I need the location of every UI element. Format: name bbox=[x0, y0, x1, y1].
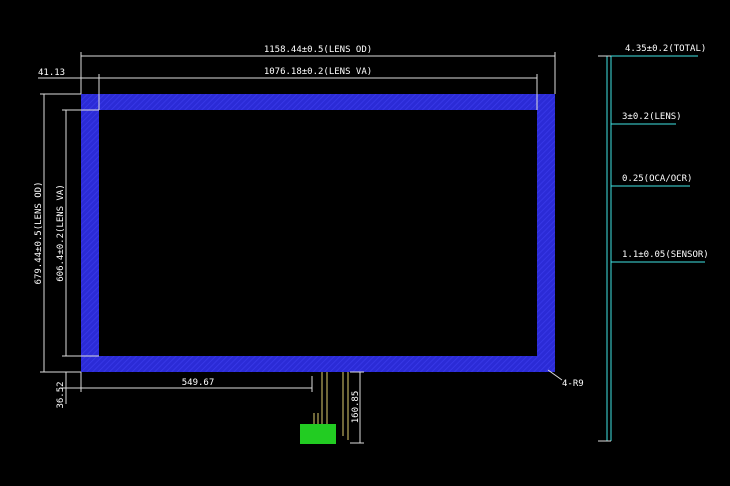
dim-lens-va-height-label: 606.4±0.2(LENS VA) bbox=[56, 184, 66, 282]
dim-lens-od-height-label: 679.44±0.5(LENS OD) bbox=[34, 182, 44, 285]
side-view-stackup: 4.35±0.2(TOTAL) 3±0.2(LENS) 0.25(OCA/OCR… bbox=[598, 44, 709, 442]
layer-total-label: 4.35±0.2(TOTAL) bbox=[625, 44, 706, 54]
dim-bottom-offset: 36.52 bbox=[56, 372, 81, 409]
dim-fpc-length: 160.85 bbox=[350, 371, 364, 444]
corner-radius-callout: 4-R9 bbox=[547, 369, 584, 389]
layer-sensor-label: 1.1±0.05(SENSOR) bbox=[622, 250, 709, 260]
dim-bottom-offset-label: 36.52 bbox=[56, 381, 66, 408]
corner-radius-label: 4-R9 bbox=[562, 379, 584, 389]
dim-fpc-position-label: 549.67 bbox=[182, 378, 215, 388]
dim-fpc-position: 549.67 bbox=[80, 372, 313, 392]
dim-left-offset-label: 41.13 bbox=[38, 68, 65, 78]
lens-black-border bbox=[81, 94, 555, 372]
layer-lens: 3±0.2(LENS) bbox=[611, 112, 682, 125]
layer-lens-label: 3±0.2(LENS) bbox=[622, 112, 682, 122]
layer-oca-label: 0.25(OCA/OCR) bbox=[622, 174, 692, 184]
dim-lens-va-width-label: 1076.18±0.2(LENS VA) bbox=[264, 67, 372, 77]
dim-fpc-length-label: 160.85 bbox=[351, 391, 361, 424]
touch-panel-drawing: 1158.44±0.5(LENS OD) 1076.18±0.2(LENS VA… bbox=[34, 44, 709, 444]
dim-left-offset: 41.13 bbox=[38, 68, 99, 79]
dim-lens-od-width-label: 1158.44±0.5(LENS OD) bbox=[264, 45, 372, 55]
layer-total: 4.35±0.2(TOTAL) bbox=[611, 44, 706, 57]
layer-oca: 0.25(OCA/OCR) bbox=[611, 174, 692, 187]
layer-sensor: 1.1±0.05(SENSOR) bbox=[611, 250, 709, 263]
fpc-connector bbox=[300, 424, 336, 444]
